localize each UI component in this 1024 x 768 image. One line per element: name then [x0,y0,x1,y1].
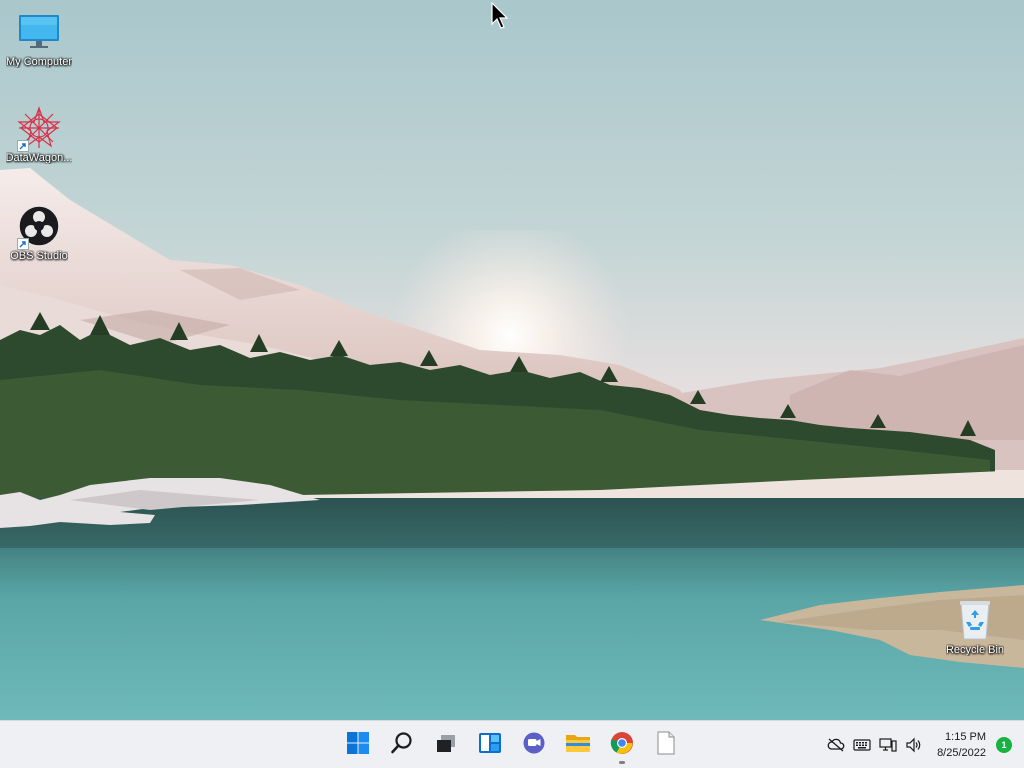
mouse-cursor-icon [491,1,511,30]
recycle-bin-icon [953,598,997,642]
desktop-icon-label: DataWagon... [5,152,73,164]
desktop-icon-obs-studio[interactable]: OBS Studio [0,204,78,262]
clock-time: 1:15 PM [945,731,986,743]
task-view-icon [434,731,458,760]
notepad-button[interactable] [644,723,688,767]
desktop-wallpaper [0,0,1024,720]
keyboard-icon[interactable] [850,733,874,757]
widgets-icon [478,731,502,760]
chrome-icon [610,731,634,760]
desktop-icon-recycle-bin[interactable]: Recycle Bin [936,598,1014,656]
monitor-icon [17,10,61,54]
obs-icon [17,204,61,250]
clock-date: 8/25/2022 [937,747,986,759]
desktop-icon-my-computer[interactable]: My Computer [0,10,78,68]
widgets-button[interactable] [468,723,512,767]
shortcut-arrow-icon [17,238,29,250]
running-indicator [619,761,625,764]
taskbar-apps [336,721,688,768]
search-button[interactable] [380,723,424,767]
chat-button[interactable] [512,723,556,767]
windows-start-icon [346,731,370,760]
taskbar: 1:15 PM 8/25/2022 1 [0,720,1024,768]
taskbar-clock[interactable]: 1:15 PM 8/25/2022 [937,729,986,761]
network-icon[interactable] [876,733,900,757]
folder-icon [565,731,591,760]
chrome-button[interactable] [600,723,644,767]
cloud-offline-icon[interactable] [824,733,848,757]
desktop-icon-label: My Computer [5,56,73,68]
datawagon-icon [17,106,61,152]
desktop-icon-datawagon[interactable]: DataWagon... [0,106,78,164]
volume-icon[interactable] [902,733,926,757]
file-explorer-button[interactable] [556,723,600,767]
desktop-icon-label: OBS Studio [10,250,68,262]
search-icon [390,731,414,760]
blank-document-icon [655,731,677,760]
system-tray: 1:15 PM 8/25/2022 1 [823,721,1024,768]
notification-badge[interactable]: 1 [996,737,1012,753]
chat-icon [522,731,546,760]
task-view-button[interactable] [424,723,468,767]
shortcut-arrow-icon [17,140,29,152]
desktop-icon-label: Recycle Bin [945,644,1005,656]
start-button[interactable] [336,723,380,767]
